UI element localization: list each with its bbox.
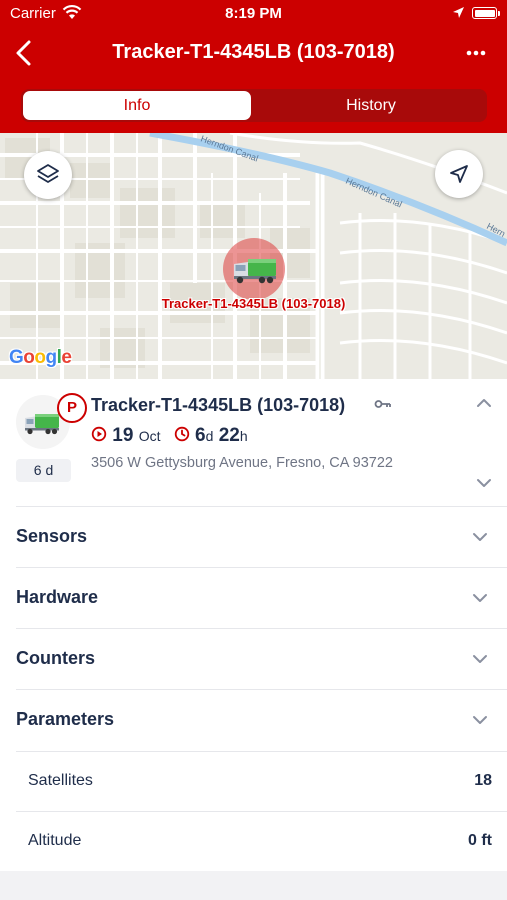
clock-icon: [174, 426, 189, 442]
more-icon: [466, 50, 486, 56]
chevron-up-icon[interactable]: [475, 397, 493, 409]
section-label: Hardware: [16, 587, 99, 607]
status-bar: Carrier 8:19 PM: [0, 0, 507, 28]
date-day: 19: [112, 425, 134, 446]
section-hardware[interactable]: Hardware: [16, 567, 507, 628]
battery-icon: [472, 7, 497, 19]
google-logo-letter: e: [61, 347, 72, 368]
section-label: Sensors: [16, 526, 88, 546]
tab-history[interactable]: History: [257, 91, 485, 120]
layers-button[interactable]: [24, 151, 72, 199]
date-month: Oct: [138, 428, 161, 444]
key-icon: [374, 400, 391, 408]
segmented-control: Info History: [21, 89, 487, 122]
unit-details-card: P 6 d Tracker-T1-4345LB (103-7018) 19 Oc…: [0, 379, 507, 871]
app-header: Carrier 8:19 PM Tracker-T1-4345LB (103-7…: [0, 0, 507, 133]
section-sensors[interactable]: Sensors: [16, 506, 507, 567]
param-row-altitude: Altitude 0 ft: [16, 811, 507, 871]
parking-badge: P: [57, 393, 87, 423]
google-logo: Google: [9, 347, 72, 369]
navigation-arrow-icon: [450, 165, 468, 183]
chevron-left-icon: [16, 40, 31, 66]
locate-button[interactable]: [435, 150, 483, 198]
location-services-icon: [452, 6, 465, 23]
section-label: Counters: [16, 648, 96, 668]
param-value: 0 ft: [468, 832, 492, 849]
elapsed-days: 6: [195, 425, 206, 446]
elapsed-hours-unit: h: [239, 428, 248, 444]
chevron-down-icon: [473, 594, 487, 602]
duration-chip: 6 d: [16, 459, 71, 482]
status-time: 8:19 PM: [225, 5, 282, 22]
more-button[interactable]: [463, 38, 489, 68]
battery-tip: [498, 11, 500, 16]
nav-bar: Tracker-T1-4345LB (103-7018): [0, 30, 507, 76]
tab-info[interactable]: Info: [23, 91, 251, 120]
google-logo-letter: g: [45, 347, 58, 368]
section-counters[interactable]: Counters: [16, 628, 507, 689]
play-circle-icon: [91, 426, 107, 442]
google-logo-letter: o: [34, 347, 46, 368]
unit-timing: 19 Oct 6d 22h: [91, 425, 248, 447]
param-value: 18: [474, 772, 492, 789]
chevron-down-icon[interactable]: [475, 477, 493, 489]
unit-address: 3506 W Gettysburg Avenue, Fresno, CA 937…: [91, 455, 394, 471]
layers-icon: [37, 164, 59, 183]
param-label: Altitude: [28, 832, 82, 849]
chevron-down-icon: [473, 533, 487, 541]
section-label: Parameters: [16, 709, 115, 729]
marker-label: Tracker-T1-4345LB (103-7018): [161, 296, 346, 311]
chevron-down-icon: [473, 655, 487, 663]
back-button[interactable]: [10, 36, 40, 70]
vehicle-marker[interactable]: [222, 237, 286, 301]
elapsed-days-unit: d: [205, 428, 214, 444]
map-view[interactable]: Herndon Canal Herndon Canal Hern Tracker…: [0, 133, 507, 379]
elapsed-hours: 22: [218, 425, 240, 446]
page-title: Tracker-T1-4345LB (103-7018): [112, 41, 395, 63]
google-logo-letter: o: [23, 347, 35, 368]
chevron-down-icon: [473, 716, 487, 724]
param-label: Satellites: [28, 772, 93, 789]
google-logo-letter: G: [9, 347, 24, 368]
param-row-satellites: Satellites 18: [16, 751, 507, 811]
unit-name: Tracker-T1-4345LB (103-7018): [91, 395, 346, 415]
section-parameters[interactable]: Parameters: [16, 689, 507, 750]
